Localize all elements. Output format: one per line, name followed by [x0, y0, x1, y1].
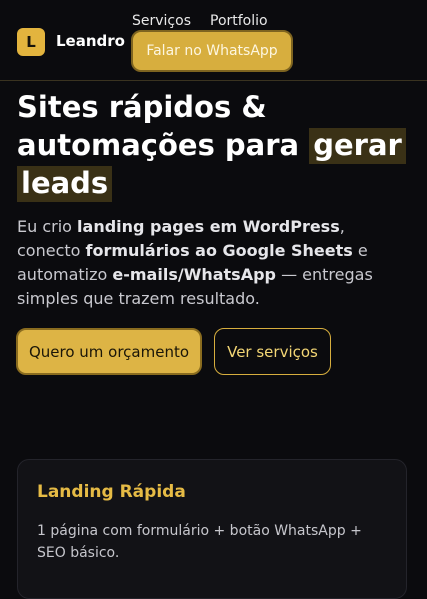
- whatsapp-button[interactable]: Falar no WhatsApp: [131, 30, 293, 72]
- hero-text-bold-whatsapp: e-mails/WhatsApp: [112, 265, 276, 284]
- logo-icon[interactable]: L: [17, 28, 45, 56]
- card-description: 1 página com formulário + botão WhatsApp…: [37, 523, 362, 561]
- services-button[interactable]: Ver serviços: [214, 328, 331, 375]
- hero-title-highlight-leads: leads: [17, 166, 113, 202]
- hero-text-bold-landing: landing pages em WordPress: [77, 217, 340, 236]
- quote-button[interactable]: Quero um orçamento: [16, 328, 202, 375]
- hero-text-part: Eu crio: [17, 217, 78, 236]
- service-card-landing[interactable]: Landing Rápida 1 página com formulário +…: [17, 459, 407, 599]
- hero-text-bold-forms: formulários ao Google Sheets: [85, 241, 353, 260]
- logo-letter: L: [26, 33, 36, 51]
- nav-link-servicos[interactable]: Serviços: [132, 13, 191, 29]
- hero-title: Sites rápidos & automações para gerar lead…: [17, 88, 417, 202]
- site-header: L Leandro Serviços Portfolio Falar no Wh…: [0, 0, 427, 81]
- hero-title-line1: Sites rápidos &: [17, 90, 267, 124]
- card-title: Landing Rápida: [37, 482, 186, 502]
- nav-link-portfolio[interactable]: Portfolio: [210, 13, 268, 29]
- brand-name[interactable]: Leandro: [56, 32, 125, 50]
- hero-title-line2: automações para: [17, 128, 300, 162]
- hero-title-highlight-gerar: gerar: [309, 128, 406, 164]
- hero-description: Eu crio landing pages em WordPress, cone…: [17, 215, 409, 311]
